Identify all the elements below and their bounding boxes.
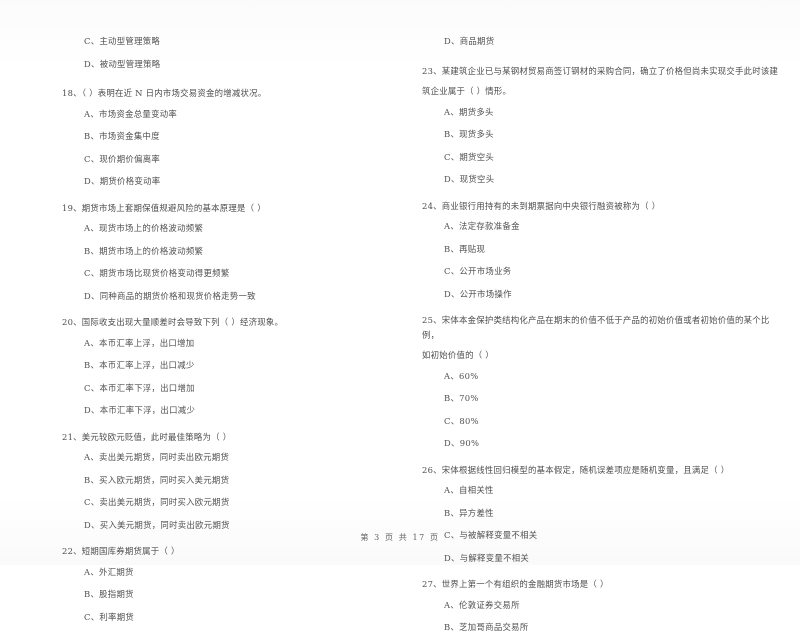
question-stem: 26、宋体根据线性回归模型的基本假定，随机误差项应是随机变量，且满足（ ） xyxy=(422,464,730,475)
question-23: 23、某建筑企业已与某钢材贸易商签订钢材的采购合同，确立了价格但尚未实现交手此时… xyxy=(422,64,786,187)
question-stem: 22、短期国库券期货属于（ ） xyxy=(62,546,180,556)
option-item: D、买入美元期货，同时卖出欧元期货 xyxy=(84,519,230,530)
question-24: 24、商业银行用持有的未到期票据向中央银行融资被称为（ ） A、法定存款准备金 … xyxy=(422,199,786,302)
option-item: C、利率期货 xyxy=(84,611,135,622)
option-item: B、70% xyxy=(444,393,479,403)
question-stem: 24、商业银行用持有的未到期票据向中央银行融资被称为（ ） xyxy=(422,200,661,211)
option-item: A、法定存款准备金 xyxy=(444,221,520,231)
option-item: C、卖出美元期货，同时买入欧元期货 xyxy=(84,497,230,507)
option-item: B、股指期货 xyxy=(84,589,134,599)
option-item: C、期货市场比现货价格变动得更频繁 xyxy=(84,268,230,278)
option-item: D、被动型管理策略 xyxy=(84,58,161,69)
option-item: B、本币汇率上浮，出口减少 xyxy=(84,360,195,370)
question-25: 25、宋体本金保护类结构化产品在期末的价值不低于产品的初始价值或者初始价值的某个… xyxy=(422,313,786,451)
option-item: D、同种商品的期货价格和现货价格走势一致 xyxy=(84,290,256,301)
option-item: C、公开市场业务 xyxy=(444,266,512,276)
option-item: C、80% xyxy=(444,415,479,426)
page-footer: 第 3 页 共 17 页 xyxy=(360,533,440,542)
question-22: 22、短期国库券期货属于（ ） A、外汇期货 B、股指期货 C、利率期货 xyxy=(62,544,390,624)
option-item: C、主动型管理策略 xyxy=(84,36,161,46)
option-item: A、伦敦证券交易所 xyxy=(444,599,520,610)
option-item: D、期货价格变动率 xyxy=(84,176,161,186)
option-item: A、自相关性 xyxy=(444,485,494,495)
option-item: A、本币汇率上浮，出口增加 xyxy=(84,337,195,348)
question-26: 26、宋体根据线性回归模型的基本假定，随机误差项应是随机变量，且满足（ ） A、… xyxy=(422,463,786,566)
question-stem-line-2: 如初始价值的（ ） xyxy=(422,350,494,360)
question-stem: 21、美元较欧元贬值，此时最佳策略为（ ） xyxy=(62,431,232,442)
option-item: D、与解释变量不相关 xyxy=(444,552,530,563)
option-item: B、现货多头 xyxy=(444,129,494,139)
question-stem-line-2: 筑企业属于（ ）情形。 xyxy=(422,86,512,96)
option-item: D、本币汇率下浮，出口减少 xyxy=(84,405,196,415)
option-item: B、芝加哥商品交易所 xyxy=(444,622,529,632)
question-stem-line-1: 23、某建筑企业已与某钢材贸易商签订钢材的采购合同，确立了价格但尚未实现交手此时… xyxy=(422,65,779,76)
two-column-layout: C、主动型管理策略 D、被动型管理策略 18、（ ）表明在近 N 日内市场交易资… xyxy=(0,34,800,640)
right-column: D、商品期货 23、某建筑企业已与某钢材贸易商签订钢材的采购合同，确立了价格但尚… xyxy=(400,34,800,640)
option-item: D、现货空头 xyxy=(444,174,495,184)
option-item: A、卖出美元期货，同时卖出欧元期货 xyxy=(84,452,230,462)
option-item: A、期货多头 xyxy=(444,106,494,117)
option-item: B、期货市场上的价格波动频繁 xyxy=(84,245,204,256)
option-item: D、商品期货 xyxy=(444,36,495,46)
option-item: D、公开市场操作 xyxy=(444,288,512,299)
option-item: B、买入欧元期货，同时买入美元期货 xyxy=(84,474,230,485)
option-item: A、市场资金总量变动率 xyxy=(84,108,178,119)
option-item: B、市场资金集中度 xyxy=(84,131,160,141)
question-stem: 19、期货市场上套期保值规避风险的基本原理是（ ） xyxy=(62,202,266,213)
option-item: B、异方差性 xyxy=(444,507,494,518)
exam-page: C、主动型管理策略 D、被动型管理策略 18、（ ）表明在近 N 日内市场交易资… xyxy=(0,0,800,632)
question-21: 21、美元较欧元贬值，此时最佳策略为（ ） A、卖出美元期货，同时卖出欧元期货 … xyxy=(62,430,390,533)
option-item: D、90% xyxy=(444,438,480,448)
option-item: C、本币汇率下浮，出口增加 xyxy=(84,382,195,393)
question-20: 20、国际收支出现大量顺差时会导致下列（ ）经济现象。 A、本币汇率上浮，出口增… xyxy=(62,315,390,418)
option-item: C、现价期价偏离率 xyxy=(84,153,161,164)
question-27: 27、世界上第一个有组织的金融期货市场是（ ） A、伦敦证券交易所 B、芝加哥商… xyxy=(422,577,786,635)
left-column: C、主动型管理策略 D、被动型管理策略 18、（ ）表明在近 N 日内市场交易资… xyxy=(0,34,400,640)
question-stem-line-1: 25、宋体本金保护类结构化产品在期末的价值不低于产品的初始价值或者初始价值的某个… xyxy=(422,315,770,340)
option-item: B、再贴现 xyxy=(444,243,486,254)
question-stem: 20、国际收支出现大量顺差时会导致下列（ ）经济现象。 xyxy=(62,317,284,327)
question-19: 19、期货市场上套期保值规避风险的基本原理是（ ） A、现货市场上的价格波动频繁… xyxy=(62,201,390,304)
question-stem: 27、世界上第一个有组织的金融期货市场是（ ） xyxy=(422,579,609,589)
option-item: A、60% xyxy=(444,370,479,381)
question-stem: 18、（ ）表明在近 N 日内市场交易资金的增减状况。 xyxy=(62,88,267,98)
option-item: C、期货空头 xyxy=(444,151,495,162)
question-18: 18、（ ）表明在近 N 日内市场交易资金的增减状况。 A、市场资金总量变动率 … xyxy=(62,86,390,189)
option-item: A、现货市场上的价格波动频繁 xyxy=(84,223,204,233)
option-item: A、外汇期货 xyxy=(84,566,134,577)
